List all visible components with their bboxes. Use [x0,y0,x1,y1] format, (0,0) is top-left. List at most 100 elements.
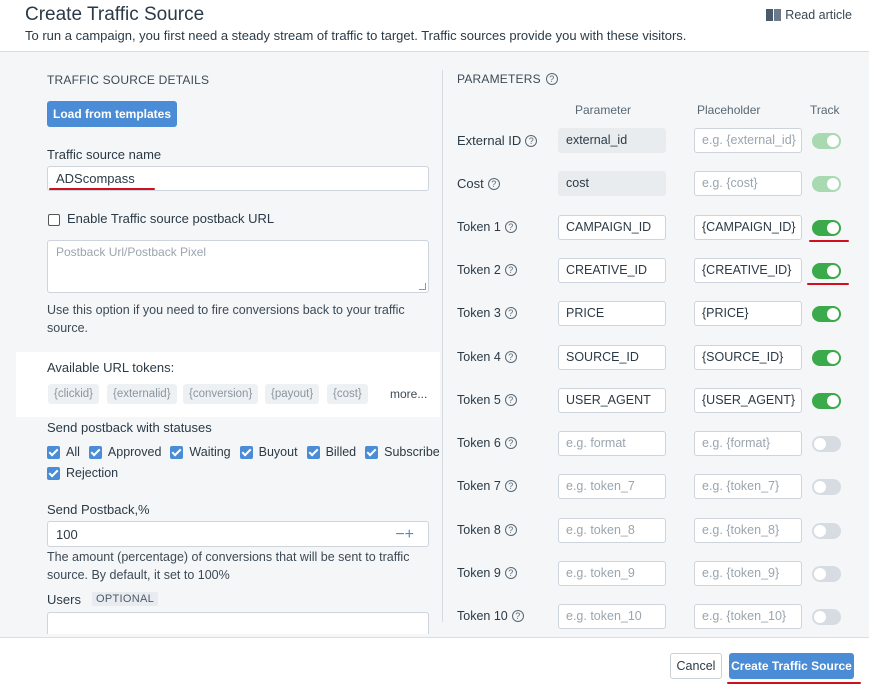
placeholder-input-4[interactable]: {CREATIVE_ID} [694,258,802,283]
help-question-icon[interactable]: ? [504,307,517,319]
help-question-icon[interactable]: ? [545,73,558,85]
status-all[interactable]: All [47,445,80,459]
create-traffic-source-button[interactable]: Create Traffic Source [729,653,854,679]
help-question-icon[interactable]: ? [504,264,517,276]
track-toggle-4[interactable] [812,263,841,279]
read-article-link[interactable]: Read article [766,8,852,22]
token-chip-conversion[interactable]: {conversion} [183,384,259,404]
help-question-icon[interactable]: ? [504,480,517,492]
track-toggle-5[interactable] [812,306,841,322]
param-input-9[interactable]: e.g. token_7 [558,474,666,499]
status-billed[interactable]: Billed [306,445,356,459]
param-label-text: Token 4 [457,350,501,364]
param-label-5: Token 3? [457,306,517,320]
users-select[interactable] [47,612,429,634]
token-chip-payout[interactable]: {payout} [265,384,320,404]
status-waiting[interactable]: Waiting [170,445,231,459]
param-input-6[interactable]: SOURCE_ID [558,345,666,370]
placeholder-input-2[interactable]: e.g. {cost} [694,171,802,196]
send-postback-help: The amount (percentage) of conversions t… [47,550,410,582]
placeholder-input-1[interactable]: e.g. {external_id} [694,128,802,153]
param-input-5[interactable]: PRICE [558,301,666,326]
help-question-icon[interactable]: ? [525,134,538,147]
status-buyout[interactable]: Buyout [239,445,298,459]
enable-postback-label: Enable Traffic source postback URL [67,211,275,226]
param-label-text: Token 10 [457,609,508,623]
token-chip-cost[interactable]: {cost} [327,384,368,404]
param-label-text: Cost [457,176,484,191]
cancel-button[interactable]: Cancel [670,653,722,679]
param-label-text: Token 3 [457,306,501,320]
param-input-3[interactable]: CAMPAIGN_ID [558,215,666,240]
placeholder-input-3[interactable]: {CAMPAIGN_ID} [694,215,802,240]
resize-grip-icon[interactable] [419,283,426,290]
placeholder-input-5[interactable]: {PRICE} [694,301,802,326]
column-divider [442,70,443,622]
param-label-text: Token 1 [457,220,501,234]
placeholder-input-7[interactable]: {USER_AGENT} [694,388,802,413]
param-label-text: Token 5 [457,393,501,407]
track-toggle-2 [812,176,841,192]
param-label-text: Token 9 [457,566,501,580]
status-waiting-label: Waiting [189,445,231,459]
help-question-icon[interactable]: ? [504,351,517,363]
col-head-parameter: Parameter [575,103,632,117]
track-toggle-8[interactable] [812,436,841,452]
param-label-text: Token 7 [457,479,501,493]
param-label-4: Token 2? [457,263,517,277]
stepper-minus-plus-icon[interactable]: −+ [395,526,414,544]
param-label-1: External ID? [457,133,538,148]
help-question-icon[interactable]: ? [504,394,517,406]
param-input-7[interactable]: USER_AGENT [558,388,666,413]
enable-postback-checkbox[interactable] [48,214,60,226]
track-toggle-11[interactable] [812,566,841,582]
status-subscribe[interactable]: Subscribe [365,445,440,459]
checkbox-checked-icon [47,466,60,480]
traffic-source-details-heading: TRAFFIC SOURCE DETAILS [47,73,210,87]
param-input-1: external_id [558,128,666,153]
param-input-4[interactable]: CREATIVE_ID [558,258,666,283]
placeholder-input-6[interactable]: {SOURCE_ID} [694,345,802,370]
param-label-11: Token 9? [457,566,517,580]
param-label-7: Token 5? [457,393,517,407]
param-input-8[interactable]: e.g. format [558,431,666,456]
track-toggle-6[interactable] [812,350,841,366]
placeholder-input-9[interactable]: e.g. {token_7} [694,474,802,499]
track-toggle-7[interactable] [812,393,841,409]
help-question-icon[interactable]: ? [504,524,517,536]
param-input-11[interactable]: e.g. token_9 [558,561,666,586]
annotation-underline-token2 [807,283,849,285]
param-input-12[interactable]: e.g. token_10 [558,604,666,629]
modal-footer: Cancel Create Traffic Source [0,637,869,692]
send-postback-value: 100 [56,526,78,542]
traffic-source-name-value: ADScompass [56,171,135,186]
help-question-icon[interactable]: ? [511,610,524,622]
track-toggle-1 [812,133,841,149]
help-question-icon[interactable]: ? [487,177,500,190]
track-toggle-9[interactable] [812,479,841,495]
param-label-text: Token 8 [457,523,501,537]
send-postback-input[interactable]: 100 −+ [47,521,429,547]
annotation-underline-token1 [809,240,849,242]
read-article-label: Read article [785,8,852,22]
param-input-10[interactable]: e.g. token_8 [558,518,666,543]
help-question-icon[interactable]: ? [504,221,517,233]
help-question-icon[interactable]: ? [504,437,517,449]
placeholder-input-11[interactable]: e.g. {token_9} [694,561,802,586]
placeholder-input-12[interactable]: e.g. {token_10} [694,604,802,629]
token-chip-clickid[interactable]: {clickid} [48,384,99,404]
help-question-icon[interactable]: ? [504,567,517,579]
postback-url-textarea[interactable]: Postback Url/Postback Pixel [47,240,429,293]
param-label-6: Token 4? [457,350,517,364]
token-chip-externalid[interactable]: {externalid} [107,384,177,404]
status-rejection[interactable]: Rejection [47,466,118,480]
track-toggle-3[interactable] [812,220,841,236]
load-from-templates-button[interactable]: Load from templates [47,101,177,127]
placeholder-input-10[interactable]: e.g. {token_8} [694,518,802,543]
available-tokens-title: Available URL tokens: [47,360,175,375]
track-toggle-12[interactable] [812,609,841,625]
placeholder-input-8[interactable]: e.g. {format} [694,431,802,456]
tokens-more-link[interactable]: more... [390,387,427,401]
status-approved[interactable]: Approved [88,445,161,459]
track-toggle-10[interactable] [812,523,841,539]
